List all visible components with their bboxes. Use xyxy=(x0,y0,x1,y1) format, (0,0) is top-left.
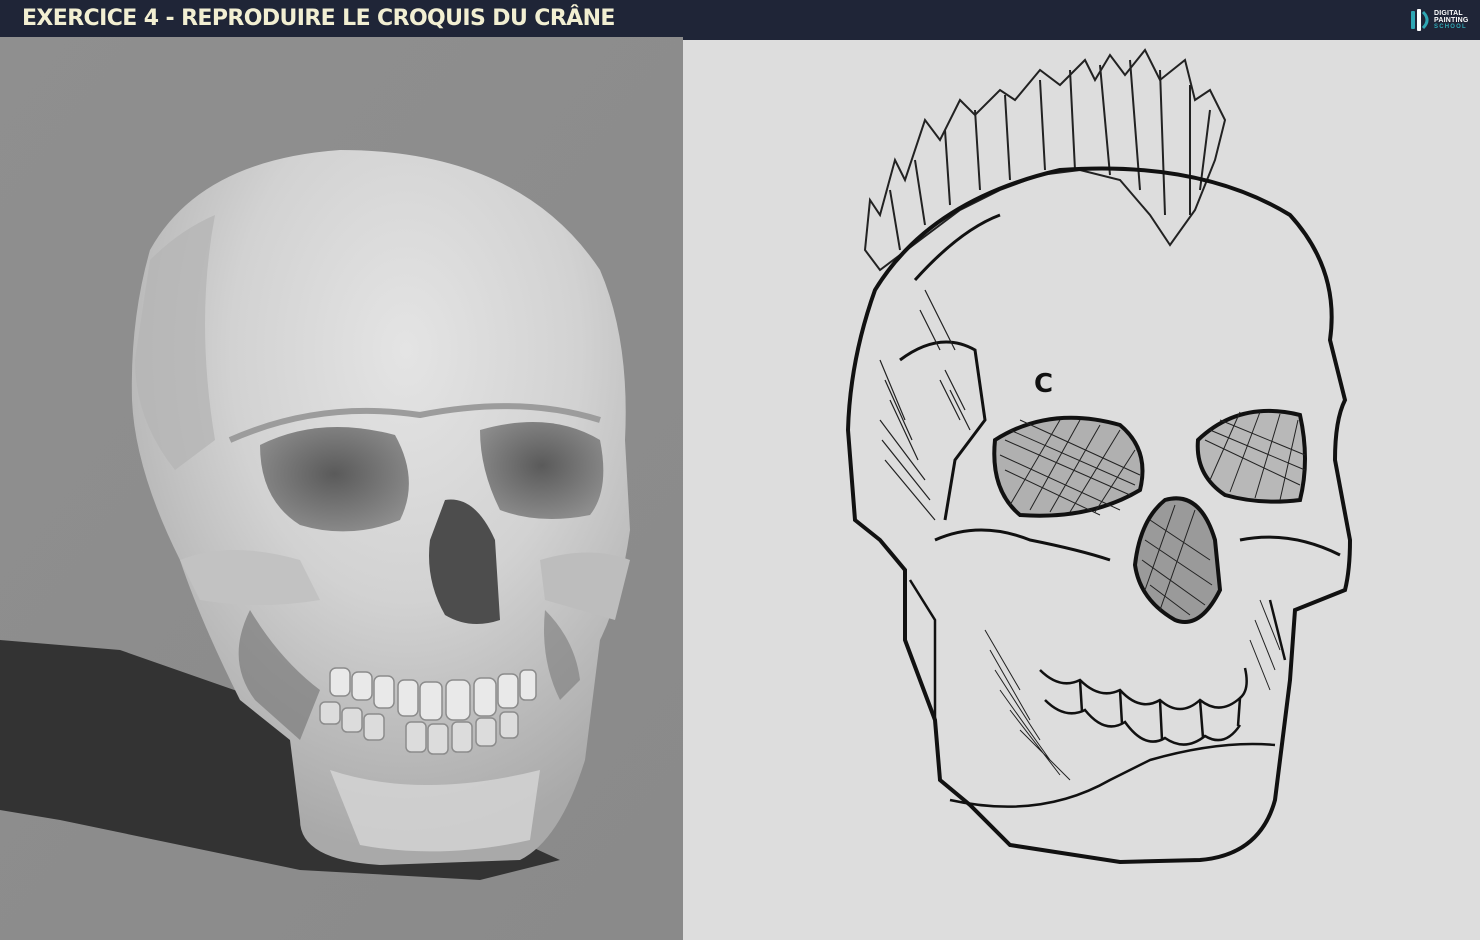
reference-skull-panel xyxy=(0,37,683,940)
page-title: EXERCICE 4 - REPRODUIRE LE CROQUIS DU CR… xyxy=(22,6,615,31)
sketch-skull-image: C xyxy=(683,40,1480,940)
header-bar: EXERCICE 4 - REPRODUIRE LE CROQUIS DU CR… xyxy=(0,0,1480,40)
right-eye-socket xyxy=(480,422,604,519)
forehead-glyph: C xyxy=(1034,369,1053,399)
logo-text: DIGITAL PAINTING SCHOOL xyxy=(1434,10,1469,31)
sketch-skull-panel: C xyxy=(683,40,1480,940)
logo-icon xyxy=(1411,9,1429,31)
logo-line-3: SCHOOL xyxy=(1434,24,1467,30)
reference-skull-image xyxy=(0,37,683,940)
logo-line-2: PAINTING xyxy=(1434,17,1469,24)
school-logo: DIGITAL PAINTING SCHOOL xyxy=(1410,7,1470,33)
logo-line-1: DIGITAL xyxy=(1434,10,1463,17)
